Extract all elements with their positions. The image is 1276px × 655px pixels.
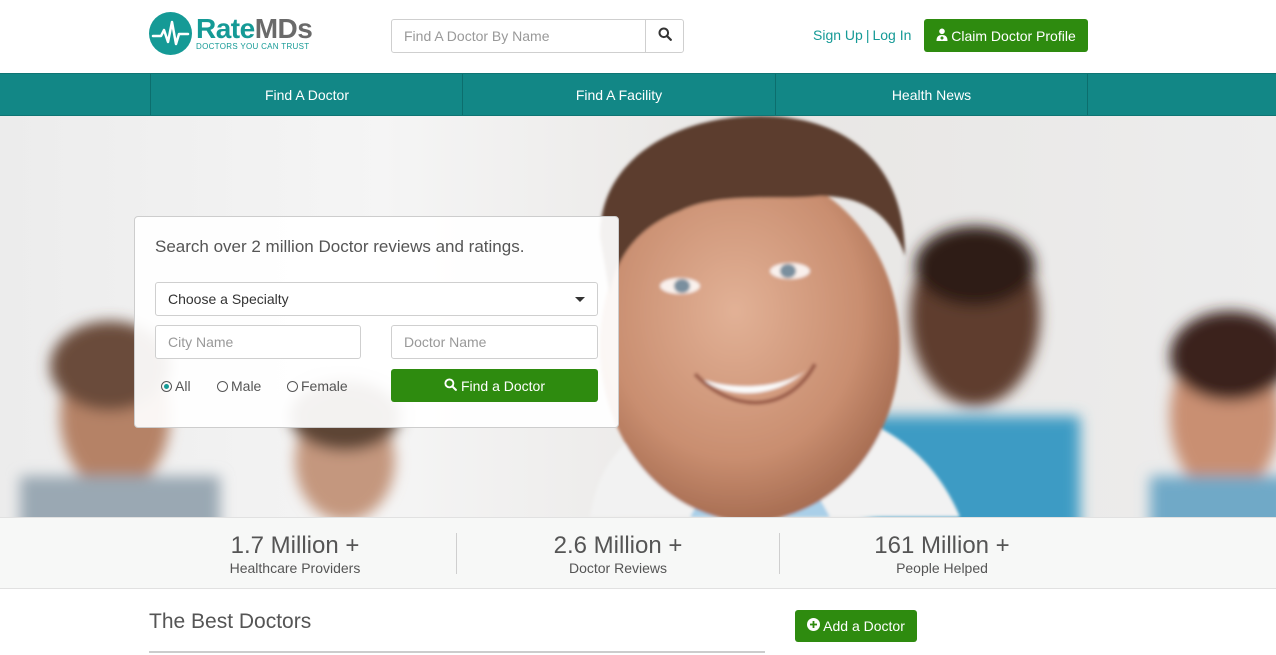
doctor-user-icon xyxy=(936,28,948,44)
search-button[interactable] xyxy=(645,20,683,52)
section-divider xyxy=(149,651,765,653)
main-nav: Find A Doctor Find A Facility Health New… xyxy=(0,73,1276,116)
gender-radio-male[interactable]: Male xyxy=(217,378,261,394)
caret-down-icon xyxy=(575,297,585,302)
stat-value: 161 Million + xyxy=(874,532,1010,559)
stat-label: Doctor Reviews xyxy=(568,560,668,576)
stat-divider xyxy=(456,533,457,574)
logo-wordmark: RateMDs xyxy=(196,13,313,44)
doctor-name-input[interactable] xyxy=(392,326,597,358)
find-a-doctor-button[interactable]: Find a Doctor xyxy=(391,369,598,402)
search-icon xyxy=(444,377,457,394)
logo-tagline: DOCTORS YOU CAN TRUST xyxy=(196,42,310,51)
auth-links: Sign Up | Log In xyxy=(813,27,911,43)
radio-label: Male xyxy=(231,378,262,394)
radio-icon xyxy=(287,380,298,392)
add-a-doctor-button[interactable]: Add a Doctor xyxy=(795,610,917,642)
radio-label: All xyxy=(175,378,191,394)
nav-item-health-news[interactable]: Health News xyxy=(775,74,1088,115)
gender-radio-all[interactable]: All xyxy=(161,378,191,394)
radio-selected-icon xyxy=(161,380,172,392)
doctor-name-field xyxy=(391,325,598,359)
specialty-select[interactable]: Choose a Specialty xyxy=(155,282,598,316)
stat-people-helped: 161 Million + People Helped xyxy=(792,532,1092,576)
nav-item-label: Find A Facility xyxy=(575,86,663,103)
doctor-search-input[interactable] xyxy=(392,20,646,52)
stat-reviews: 2.6 Million + Doctor Reviews xyxy=(468,532,768,576)
doctor-search-panel: Search over 2 million Doctor reviews and… xyxy=(134,216,619,428)
radio-icon xyxy=(217,380,228,392)
city-name-field xyxy=(155,325,361,359)
stats-bar: 1.7 Million + Healthcare Providers 2.6 M… xyxy=(0,517,1276,589)
stat-providers: 1.7 Million + Healthcare Providers xyxy=(145,532,445,576)
nav-item-label: Find A Doctor xyxy=(264,86,350,103)
doctor-name-search xyxy=(391,19,684,53)
nav-item-label: Health News xyxy=(891,86,972,103)
auth-separator: | xyxy=(865,27,870,43)
city-name-input[interactable] xyxy=(156,326,360,358)
claim-doctor-profile-label: Claim Doctor Profile xyxy=(951,27,1076,44)
stat-value: 1.7 Million + xyxy=(230,532,360,559)
best-doctors-heading: The Best Doctors xyxy=(149,610,312,633)
site-header: RateMDs DOCTORS YOU CAN TRUST Sign Up|Lo… xyxy=(0,0,1276,73)
stat-divider xyxy=(779,533,780,574)
find-a-doctor-label: Find a Doctor xyxy=(460,377,546,394)
nav-item-find-a-doctor[interactable]: Find A Doctor xyxy=(150,74,463,115)
stat-label: Healthcare Providers xyxy=(229,560,361,576)
hero-banner: Search over 2 million Doctor reviews and… xyxy=(0,116,1276,517)
add-a-doctor-label: Add a Doctor xyxy=(823,618,905,634)
plus-circle-icon xyxy=(807,618,821,634)
stat-value: 2.6 Million + xyxy=(553,532,683,559)
heartbeat-logo-icon xyxy=(149,12,192,55)
radio-label: Female xyxy=(301,378,348,394)
claim-doctor-profile-button[interactable]: Claim Doctor Profile xyxy=(924,19,1088,52)
search-icon xyxy=(658,27,672,46)
ratemds-logo[interactable]: RateMDs DOCTORS YOU CAN TRUST xyxy=(149,12,319,56)
log-in-link[interactable]: Log In xyxy=(872,27,911,43)
specialty-selected-value: Choose a Specialty xyxy=(168,291,289,307)
search-panel-title: Search over 2 million Doctor reviews and… xyxy=(155,237,525,256)
stat-label: People Helped xyxy=(896,560,988,576)
sign-up-link[interactable]: Sign Up xyxy=(813,27,863,43)
nav-item-find-a-facility[interactable]: Find A Facility xyxy=(462,74,775,115)
gender-radio-female[interactable]: Female xyxy=(287,378,348,394)
